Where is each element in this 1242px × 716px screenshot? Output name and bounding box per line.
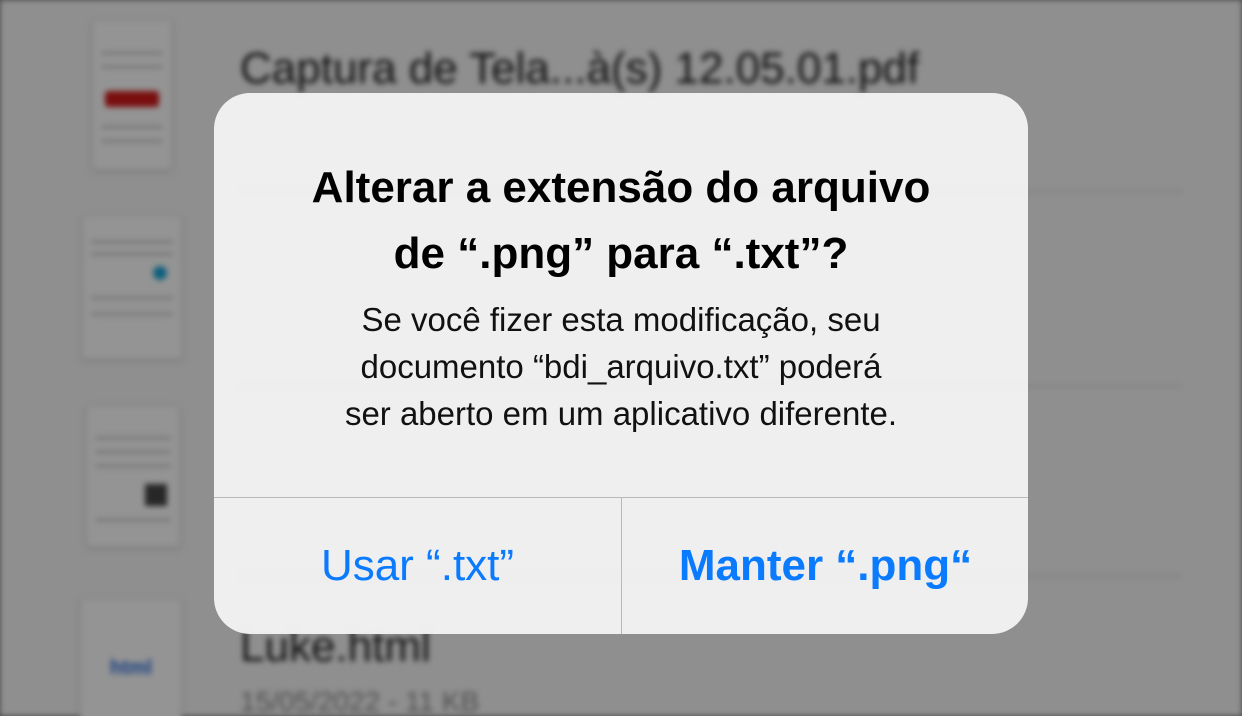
alert-title-line-2: de “.png” para “.txt”?: [393, 229, 849, 278]
alert-message-line-2: documento “bdi_arquivo.txt” poderá: [360, 348, 882, 385]
alert-title: Alterar a extensão do arquivo de “.png” p…: [244, 155, 998, 287]
alert-message: Se você fizer esta modificação, seu docum…: [254, 296, 988, 437]
keep-png-button[interactable]: Manter “.png“: [622, 498, 1028, 634]
use-txt-button[interactable]: Usar “.txt”: [214, 498, 621, 634]
change-extension-alert: Alterar a extensão do arquivo de “.png” p…: [214, 93, 1028, 634]
alert-title-line-1: Alterar a extensão do arquivo: [311, 163, 931, 212]
alert-message-line-1: Se você fizer esta modificação, seu: [361, 301, 881, 338]
alert-message-line-3: ser aberto em um aplicativo diferente.: [344, 395, 898, 432]
